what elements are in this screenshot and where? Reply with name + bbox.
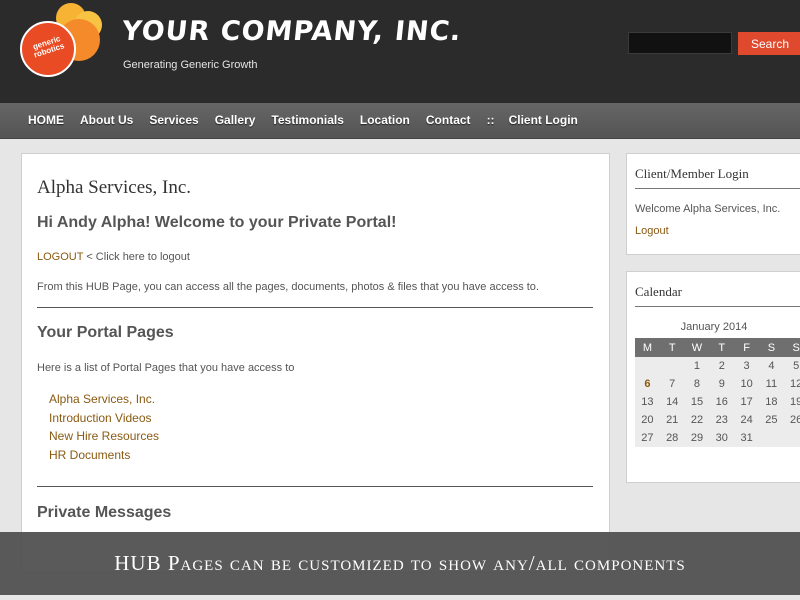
calendar-day: 26 (790, 414, 800, 426)
calendar-day (635, 357, 660, 375)
portal-pages-list: Alpha Services, Inc. Introduction Videos… (49, 390, 159, 464)
portal-pages-description: Here is a list of Portal Pages that you … (37, 362, 295, 374)
nav-item-client-login[interactable]: Client Login (509, 103, 578, 137)
calendar-day: 22 (690, 414, 704, 426)
calendar-day: 13 (641, 396, 654, 408)
main-content: Alpha Services, Inc. Hi Andy Alpha! Welc… (21, 153, 610, 573)
calendar-day: 23 (715, 414, 728, 426)
calendar-widget-title: Calendar (635, 284, 682, 299)
logout-hint: < Click here to logout (83, 251, 190, 263)
calendar-day-today[interactable]: 6 (635, 375, 660, 393)
main-nav: HOME About Us Services Gallery Testimoni… (0, 103, 800, 139)
page-title: Alpha Services, Inc. (37, 177, 192, 198)
divider (635, 306, 800, 307)
calendar-day: 28 (666, 432, 679, 444)
calendar-day: 3 (743, 360, 750, 372)
calendar-month: January 2014 (680, 321, 748, 333)
calendar-day (784, 429, 800, 447)
nav-item-about-us[interactable]: About Us (80, 103, 133, 137)
logout-link[interactable]: LOGOUT (37, 251, 83, 263)
weekday-header: T (659, 338, 685, 357)
weekday-header: T (709, 338, 735, 357)
nav-item-testimonials[interactable]: Testimonials (271, 103, 343, 137)
calendar-day: 10 (740, 378, 753, 390)
nav-item-location[interactable]: Location (360, 103, 410, 137)
company-logo[interactable]: generic robotics (18, 3, 102, 79)
nav-item-services[interactable]: Services (149, 103, 198, 137)
site-header: generic robotics YOUR COMPANY, INC. Gene… (0, 0, 800, 103)
calendar-day (759, 429, 784, 447)
calendar-day: 17 (740, 396, 753, 408)
weekday-header: S (758, 338, 784, 357)
calendar-day (660, 357, 685, 375)
calendar-day: 20 (641, 414, 654, 426)
calendar-day: 7 (669, 378, 676, 390)
calendar-day: 25 (765, 414, 778, 426)
nav-separator: :: (486, 113, 495, 127)
calendar-day: 27 (641, 432, 654, 444)
calendar-day: 8 (693, 378, 701, 390)
calendar-day: 9 (718, 378, 725, 390)
nav-item-home[interactable]: HOME (28, 103, 64, 137)
login-widget: Client/Member Login Welcome Alpha Servic… (626, 153, 800, 255)
calendar-day: 18 (765, 396, 778, 408)
nav-item-gallery[interactable]: Gallery (215, 103, 256, 137)
tagline: Generating Generic Growth (123, 59, 258, 71)
calendar-table: M T W T F S S 1 2 3 4 5 6 7 8 9 10 11 12… (635, 338, 800, 447)
weekday-header: F (734, 338, 759, 357)
weekday-header: S (783, 338, 800, 357)
caption-banner: HUB Pages can be customized to show any/… (0, 532, 800, 595)
intro-text: From this HUB Page, you can access all t… (37, 281, 539, 293)
portal-link-hr-documents[interactable]: HR Documents (49, 446, 159, 465)
divider (635, 188, 800, 189)
weekday-header: M (635, 338, 660, 357)
nav-item-contact[interactable]: Contact (426, 103, 471, 137)
logout-line: LOGOUT < Click here to logout (37, 251, 190, 263)
private-messages-heading: Private Messages (37, 504, 172, 521)
portal-link-alpha-services[interactable]: Alpha Services, Inc. (49, 390, 159, 409)
calendar-widget: Calendar January 2014 M T W T F S S 1 2 … (626, 271, 800, 483)
calendar-day: 12 (790, 378, 800, 390)
calendar-day: 16 (715, 396, 728, 408)
search-input[interactable] (628, 32, 732, 54)
calendar-day: 14 (666, 396, 679, 408)
login-welcome: Welcome Alpha Services, Inc. (635, 203, 781, 215)
calendar-day: 1 (693, 360, 701, 372)
calendar-day: 29 (690, 432, 704, 444)
calendar-day: 4 (768, 360, 775, 372)
calendar-day: 21 (666, 414, 679, 426)
search-button[interactable]: Search (738, 32, 800, 55)
welcome-heading: Hi Andy Alpha! Welcome to your Private P… (37, 214, 397, 231)
divider (37, 486, 593, 487)
calendar-day: 11 (765, 378, 778, 390)
calendar-day: 2 (718, 360, 725, 372)
portal-link-introduction-videos[interactable]: Introduction Videos (49, 409, 159, 428)
company-name[interactable]: YOUR COMPANY, INC. (120, 16, 463, 47)
calendar-day: 30 (715, 432, 728, 444)
calendar-day: 24 (740, 414, 753, 426)
calendar-day: 5 (793, 360, 800, 372)
login-widget-title: Client/Member Login (635, 166, 749, 181)
portal-link-new-hire-resources[interactable]: New Hire Resources (49, 427, 159, 446)
caption-text: HUB Pages can be customized to show any/… (114, 551, 686, 575)
calendar-day: 15 (690, 396, 704, 408)
divider (37, 307, 593, 308)
sidebar-logout-link[interactable]: Logout (635, 225, 669, 237)
calendar-day: 31 (740, 432, 753, 444)
calendar-day: 19 (790, 396, 800, 408)
portal-pages-heading: Your Portal Pages (37, 324, 174, 341)
weekday-header: W (684, 338, 710, 357)
